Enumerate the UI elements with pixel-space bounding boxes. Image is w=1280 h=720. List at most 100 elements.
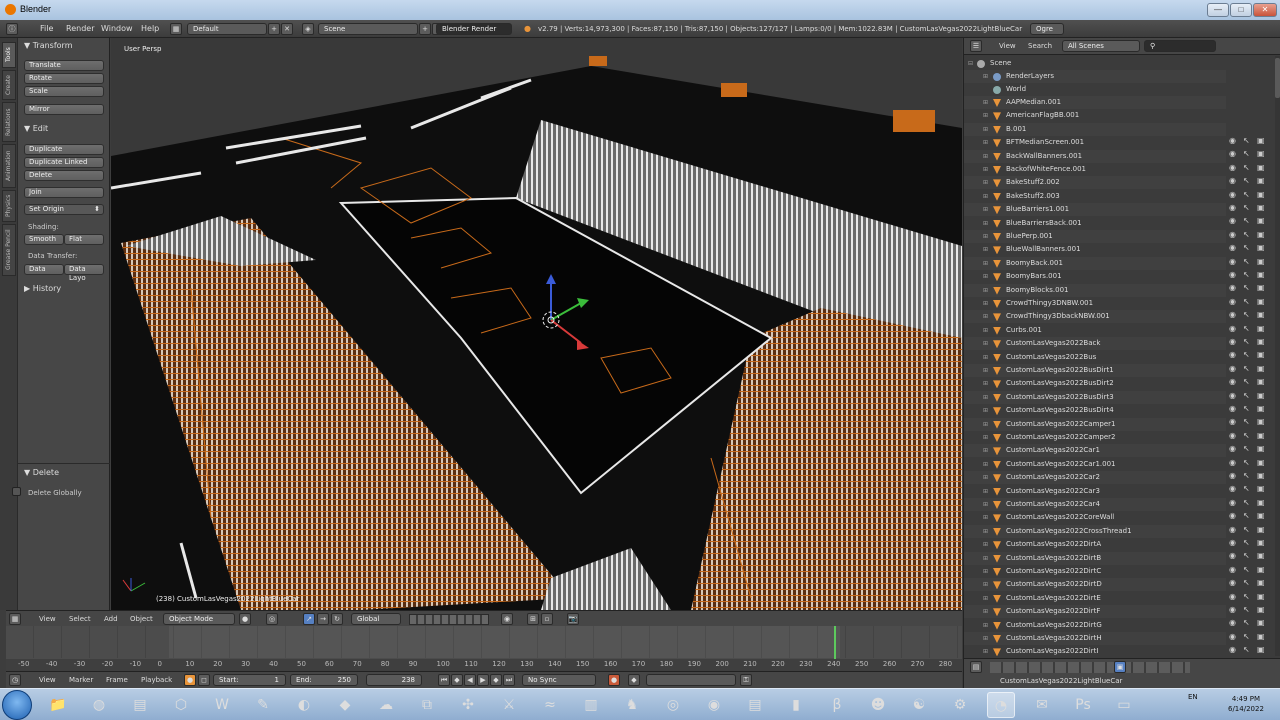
jump-start-icon[interactable]: ⏮ (438, 674, 450, 686)
menu-add[interactable]: Add (104, 615, 118, 623)
select-icon[interactable]: ↖ (1243, 308, 1250, 321)
select-icon[interactable]: ↖ (1243, 630, 1250, 643)
visibility-icon[interactable]: ◉ (1229, 362, 1236, 375)
pen-icon[interactable]: ✎ (249, 692, 277, 718)
render-icon[interactable]: ▣ (1257, 188, 1265, 201)
display-mode-select[interactable]: All Scenes (1062, 40, 1140, 52)
tab-relations[interactable]: Relations (2, 102, 16, 142)
render-engine-select[interactable]: Blender Render (436, 23, 512, 35)
expand-icon[interactable]: ⊞ (983, 605, 988, 618)
delete-globally-checkbox[interactable] (12, 487, 21, 496)
globe-icon[interactable]: ◎ (659, 692, 687, 718)
outliner-object-row[interactable]: ⊞ CustomLasVegas2022DirtB (964, 551, 1226, 565)
orientation-select[interactable]: Global (351, 613, 401, 625)
menu-search[interactable]: Search (1028, 42, 1052, 50)
menu-file[interactable]: File (40, 24, 53, 33)
visibility-icon[interactable]: ◉ (1229, 402, 1236, 415)
select-icon[interactable]: ↖ (1243, 214, 1250, 227)
insert-keyframe-icon[interactable]: ⚿ (740, 674, 752, 686)
snap-element-icon[interactable]: ▫ (541, 613, 553, 625)
snap-icon[interactable]: ⊞ (527, 613, 539, 625)
render-icon[interactable]: ▣ (1257, 174, 1265, 187)
select-icon[interactable]: ↖ (1243, 523, 1250, 536)
outliner-object-row[interactable]: ⊞ AmericanFlagBB.001 (964, 109, 1226, 122)
language-indicator[interactable]: EN (1188, 693, 1198, 701)
menu-window[interactable]: Window (101, 24, 133, 33)
visibility-icon[interactable]: ◉ (1229, 322, 1236, 335)
expand-icon[interactable]: ⊞ (983, 511, 988, 524)
select-icon[interactable]: ↖ (1243, 616, 1250, 629)
notes-icon[interactable]: ✉ (1028, 692, 1056, 718)
outliner-object-row[interactable]: ⊞ CustomLasVegas2022DirtH (964, 632, 1226, 645)
delete-operator-header[interactable]: ▼ Delete (24, 468, 59, 477)
render-icon[interactable]: ▣ (1257, 147, 1265, 160)
scene-select[interactable]: Scene (318, 23, 418, 35)
tab-tools[interactable]: Tools (2, 42, 16, 68)
viewport-shading-icon[interactable]: ● (239, 613, 251, 625)
outliner-object-row[interactable]: ⊞ BoomyBars.001 (964, 270, 1226, 283)
render-icon[interactable]: ▣ (1257, 335, 1265, 348)
menu-marker[interactable]: Marker (69, 676, 93, 684)
select-icon[interactable]: ↖ (1243, 456, 1250, 469)
rotate-button[interactable]: Rotate (24, 73, 104, 84)
dolphin-icon[interactable]: ≈ (536, 692, 564, 718)
outliner-object-row[interactable]: ⊞ CustomLasVegas2022DirtC (964, 565, 1226, 578)
render-icon[interactable]: 📷 (567, 613, 579, 625)
tab-animation[interactable]: Animation (2, 144, 16, 188)
visibility-icon[interactable]: ◉ (1229, 147, 1236, 160)
expand-icon[interactable]: ⊞ (983, 632, 988, 645)
outliner-object-row[interactable]: ⊞ CustomLasVegas2022DirtA (964, 538, 1226, 551)
blender-icon[interactable]: ◔ (987, 692, 1015, 718)
editor-type-icon[interactable]: ☰ (970, 40, 982, 52)
jump-end-icon[interactable]: ⏭ (503, 674, 515, 686)
editor-type-icon[interactable]: ◷ (9, 674, 21, 686)
outliner-object-row[interactable]: ⊞ CustomLasVegas2022BusDirt3 (964, 390, 1226, 404)
visibility-icon[interactable]: ◉ (1229, 389, 1236, 402)
outliner-object-row[interactable]: ⊞ CustomLasVegas2022Car4 (964, 498, 1226, 511)
mode-select[interactable]: Object Mode (163, 613, 235, 625)
delete-button[interactable]: Delete (24, 170, 104, 181)
menu-help[interactable]: Help (141, 24, 159, 33)
visibility-icon[interactable]: ◉ (1229, 228, 1236, 241)
expand-icon[interactable]: ⊞ (983, 203, 988, 216)
outliner-object-row[interactable]: ⊞ CustomLasVegas2022DirtF (964, 605, 1226, 619)
screen-layout-icon[interactable]: ▦ (170, 23, 182, 35)
render-icon[interactable]: ▣ (1257, 134, 1265, 147)
render-icon[interactable]: ▣ (1257, 308, 1265, 321)
render-icon[interactable]: ▣ (1257, 201, 1265, 214)
outliner-object-row[interactable]: ⊞ CustomLasVegas2022Camper2 (964, 431, 1226, 444)
data-transfer-button[interactable]: Data (24, 264, 64, 275)
expand-icon[interactable]: ⊞ (983, 377, 988, 390)
render-layers-row[interactable]: ⊞ RenderLayers (964, 70, 1226, 83)
word-icon[interactable]: W (208, 692, 236, 718)
select-icon[interactable]: ↖ (1243, 442, 1250, 455)
expand-icon[interactable]: ⊞ (983, 109, 988, 122)
record-icon[interactable]: ● (184, 674, 196, 686)
render-icon[interactable]: ▣ (1257, 415, 1265, 428)
render-icon[interactable]: ▣ (1257, 429, 1265, 442)
start-frame-field[interactable]: Start: 1 (213, 674, 286, 686)
visibility-icon[interactable]: ◉ (1229, 308, 1236, 321)
outliner-object-row[interactable]: ⊞ CustomLasVegas2022DirtI (964, 645, 1226, 658)
render-icon[interactable]: ▣ (1257, 643, 1265, 656)
end-frame-field[interactable]: End: 250 (290, 674, 358, 686)
render-icon[interactable]: ▣ (1257, 214, 1265, 227)
keying-set-field[interactable] (646, 674, 736, 686)
outliner-object-row[interactable]: ⊞ BoomyBlocks.001 (964, 283, 1226, 297)
gun-icon[interactable]: ⚔ (495, 692, 523, 718)
visibility-icon[interactable]: ◉ (1229, 576, 1236, 589)
outliner-object-row[interactable]: ⊞ BoomyBack.001 (964, 256, 1226, 270)
layer-lock-icon[interactable]: ◉ (501, 613, 513, 625)
select-icon[interactable]: ↖ (1243, 241, 1250, 254)
visibility-icon[interactable]: ◉ (1229, 456, 1236, 469)
select-icon[interactable]: ↖ (1243, 509, 1250, 522)
editor-type-icon[interactable]: ⓘ (6, 23, 18, 35)
visibility-icon[interactable]: ◉ (1229, 509, 1236, 522)
render-icon[interactable]: ▣ (1257, 389, 1265, 402)
visibility-icon[interactable]: ◉ (1229, 603, 1236, 616)
select-icon[interactable]: ↖ (1243, 362, 1250, 375)
start-button[interactable] (2, 690, 32, 720)
ogre-button[interactable]: Ogre (1030, 23, 1064, 35)
expand-icon[interactable]: ⊞ (983, 96, 988, 109)
pivot-point-icon[interactable]: ◎ (266, 613, 278, 625)
